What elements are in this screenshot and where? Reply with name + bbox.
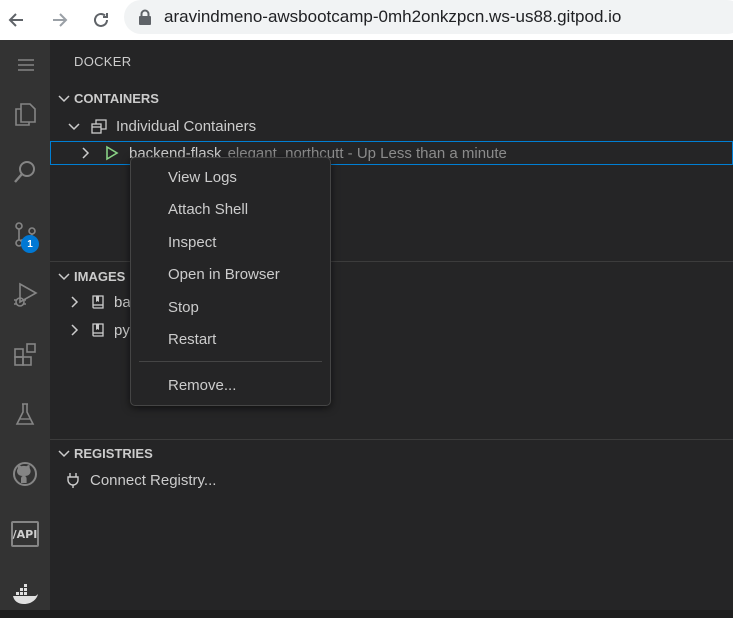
chevron-down-icon (68, 123, 80, 131)
address-url: aravindmeno-awsbootcamp-0mh2onkzpcn.ws-u… (164, 7, 622, 26)
menu-item-stop[interactable]: Stop (131, 292, 330, 322)
connect-registry-item[interactable]: Connect Registry... (50, 468, 733, 492)
image-item-label: py (114, 321, 130, 339)
image-book-icon (92, 295, 104, 309)
container-group-label: Individual Containers (116, 117, 257, 135)
menu-item-view-logs[interactable]: View Logs (131, 162, 330, 192)
section-divider (50, 439, 733, 440)
docker-icon (13, 584, 38, 604)
chevron-right-icon (71, 296, 79, 308)
containers-section-header[interactable]: CONTAINERS (50, 87, 733, 109)
extensions-button[interactable] (0, 330, 50, 378)
github-icon (13, 462, 37, 486)
lock-icon (139, 9, 151, 25)
menu-item-label: Inspect (168, 233, 217, 251)
flask-icon (15, 403, 35, 425)
sidebar-title: DOCKER (74, 54, 132, 69)
connect-registry-label: Connect Registry... (90, 471, 217, 489)
chevron-down-icon (58, 450, 70, 458)
container-group-icon (91, 119, 107, 134)
arrow-left-icon (8, 13, 23, 27)
files-icon (15, 103, 36, 126)
address-bar[interactable]: aravindmeno-awsbootcamp-0mh2onkzpcn.ws-u… (124, 0, 733, 34)
forward-button[interactable] (44, 5, 74, 35)
container-group-individual[interactable]: Individual Containers (50, 114, 733, 138)
registries-section-header[interactable]: REGISTRIES (50, 442, 733, 464)
menu-item-label: Attach Shell (168, 200, 249, 218)
testing-button[interactable] (0, 390, 50, 438)
chevron-right-icon (82, 147, 90, 159)
menu-item-restart[interactable]: Restart (131, 324, 330, 354)
menu-item-label: Remove... (168, 376, 237, 394)
menu-item-label: Open in Browser (168, 265, 280, 283)
reload-button[interactable] (86, 5, 116, 35)
activity-bar: 1 /API (0, 40, 50, 610)
menu-item-label: View Logs (168, 168, 237, 186)
image-item-label: ba (114, 293, 131, 311)
search-button[interactable] (0, 148, 50, 196)
containers-section-label: CONTAINERS (74, 90, 159, 106)
images-section-label: IMAGES (74, 268, 126, 284)
source-control-badge: 1 (21, 235, 39, 253)
menu-item-label: Stop (168, 298, 199, 316)
menu-button[interactable] (0, 40, 50, 88)
menu-item-open-in-browser[interactable]: Open in Browser (131, 259, 330, 289)
reload-icon (94, 12, 108, 27)
registries-section-label: REGISTRIES (74, 445, 153, 461)
running-play-icon (106, 145, 119, 161)
image-book-icon (92, 323, 104, 337)
run-debug-button[interactable] (0, 270, 50, 318)
chevron-right-icon (71, 324, 79, 336)
extensions-icon (14, 343, 36, 366)
run-debug-icon (14, 282, 38, 307)
chevron-down-icon (58, 95, 70, 103)
container-context-menu: View Logs Attach Shell Inspect Open in B… (130, 157, 331, 406)
chevron-down-icon (58, 273, 70, 281)
arrow-right-icon (53, 13, 68, 27)
menu-item-inspect[interactable]: Inspect (131, 227, 330, 257)
explorer-button[interactable] (0, 90, 50, 138)
docker-button[interactable] (0, 570, 50, 618)
menu-item-attach-shell[interactable]: Attach Shell (131, 194, 330, 224)
menu-separator (139, 361, 322, 362)
hamburger-menu-icon (18, 59, 34, 71)
search-icon (14, 161, 35, 183)
browser-toolbar: aravindmeno-awsbootcamp-0mh2onkzpcn.ws-u… (0, 0, 733, 40)
github-button[interactable] (0, 450, 50, 498)
back-button[interactable] (2, 5, 32, 35)
api-button[interactable]: /API (0, 510, 50, 558)
menu-item-remove[interactable]: Remove... (131, 370, 330, 400)
plug-icon (67, 473, 79, 488)
api-icon: /API (11, 521, 39, 547)
menu-item-label: Restart (168, 330, 217, 348)
